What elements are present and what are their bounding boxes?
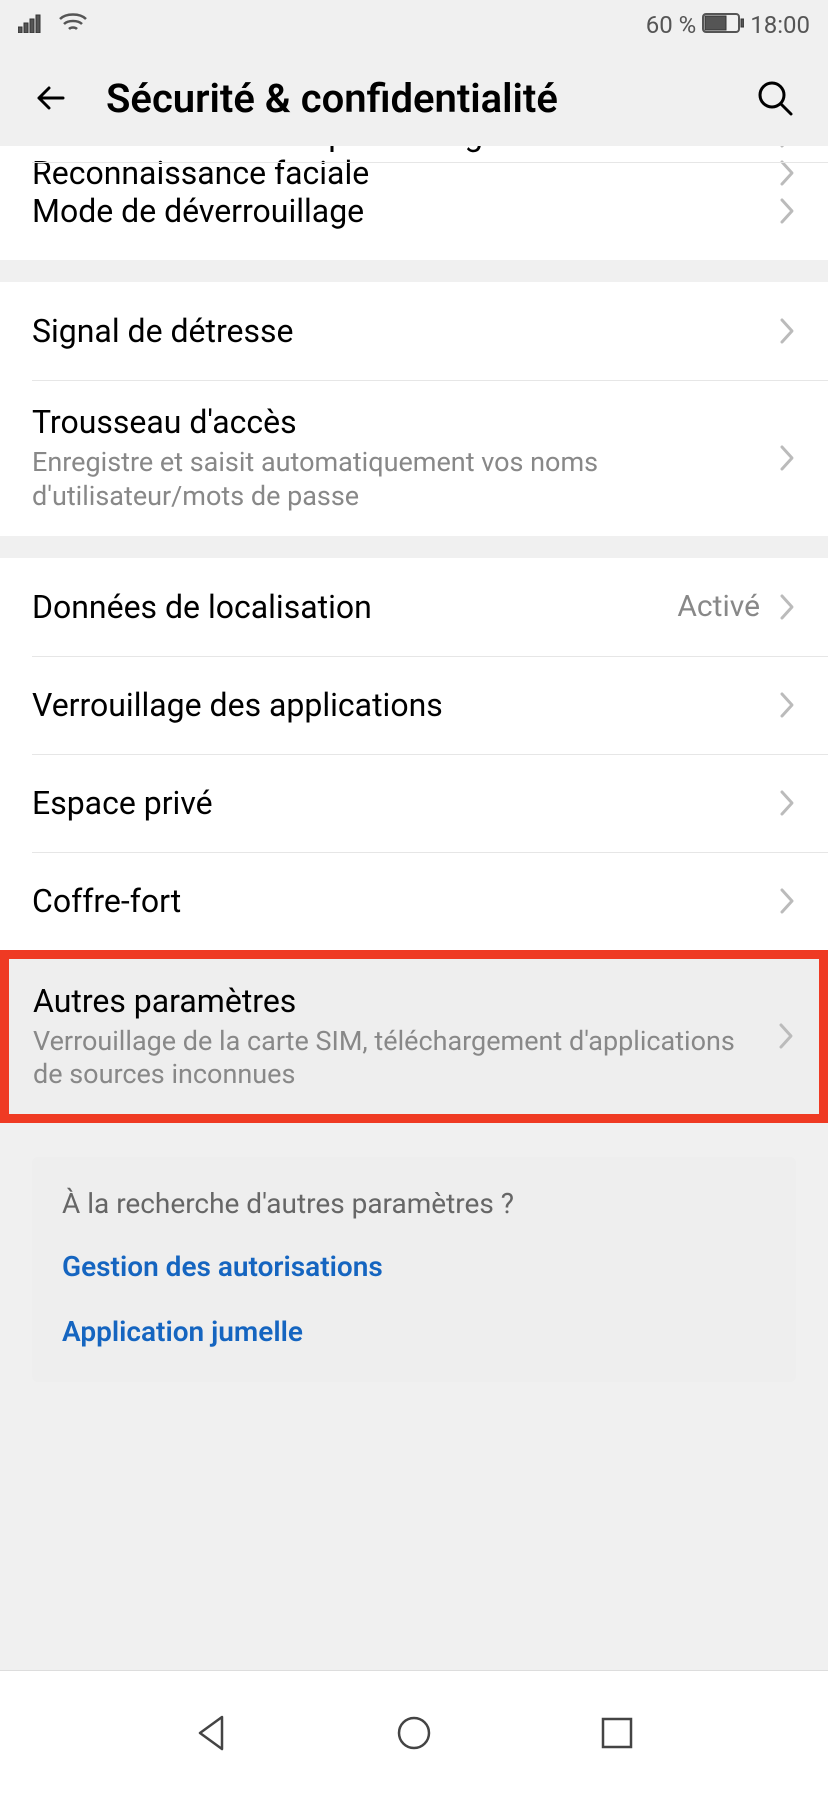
signal-icon bbox=[18, 11, 46, 39]
row-location[interactable]: Données de localisation Activé bbox=[0, 558, 828, 656]
card-title: À la recherche d'autres paramètres ? bbox=[62, 1187, 766, 1220]
page-title: Sécurité & confidentialité bbox=[106, 75, 722, 122]
row-unlock-mode[interactable]: Mode de déverrouillage bbox=[0, 162, 828, 260]
link-permissions[interactable]: Gestion des autorisations bbox=[62, 1250, 766, 1283]
content-scroll[interactable]: Identification via empreinte digitale Re… bbox=[0, 146, 828, 1670]
chevron-right-icon bbox=[778, 592, 796, 622]
section-sos-keychain: Signal de détresse Trousseau d'accès Enr… bbox=[0, 282, 828, 536]
chevron-right-icon bbox=[777, 1021, 795, 1051]
row-title: Autres paramètres bbox=[33, 981, 759, 1021]
search-button[interactable] bbox=[752, 75, 798, 121]
chevron-right-icon bbox=[778, 690, 796, 720]
wifi-icon bbox=[58, 11, 88, 39]
highlight-annotation: Autres paramètres Verrouillage de la car… bbox=[0, 950, 828, 1124]
chevron-right-icon bbox=[778, 443, 796, 473]
row-more-settings[interactable]: Autres paramètres Verrouillage de la car… bbox=[9, 959, 819, 1115]
row-app-lock[interactable]: Verrouillage des applications bbox=[0, 656, 828, 754]
nav-recents-button[interactable] bbox=[592, 1708, 642, 1758]
system-nav-bar bbox=[0, 1670, 828, 1794]
row-value: Activé bbox=[677, 589, 760, 624]
chevron-right-icon bbox=[778, 886, 796, 916]
chevron-right-icon bbox=[778, 788, 796, 818]
battery-icon bbox=[702, 11, 744, 39]
row-private-space[interactable]: Espace privé bbox=[0, 754, 828, 852]
row-sos[interactable]: Signal de détresse bbox=[0, 282, 828, 380]
back-button[interactable] bbox=[30, 75, 76, 121]
nav-back-button[interactable] bbox=[186, 1708, 236, 1758]
row-subtitle: Enregistre et saisit automatiquement vos… bbox=[32, 446, 632, 514]
row-title: Données de localisation bbox=[32, 587, 659, 627]
row-keychain[interactable]: Trousseau d'accès Enregistre et saisit a… bbox=[0, 380, 828, 536]
battery-percent: 60 % bbox=[646, 11, 697, 39]
clock: 18:00 bbox=[750, 11, 810, 39]
row-title: Verrouillage des applications bbox=[32, 685, 760, 725]
row-safe[interactable]: Coffre-fort bbox=[0, 852, 828, 950]
row-title: Trousseau d'accès bbox=[32, 402, 760, 442]
link-twin-app[interactable]: Application jumelle bbox=[62, 1315, 766, 1348]
row-title: Coffre-fort bbox=[32, 881, 760, 921]
row-title: Espace privé bbox=[32, 783, 760, 823]
status-bar: 60 % 18:00 bbox=[0, 0, 828, 50]
chevron-right-icon bbox=[778, 316, 796, 346]
row-title: Mode de déverrouillage bbox=[32, 191, 760, 231]
section-privacy: Données de localisation Activé Verrouill… bbox=[0, 558, 828, 950]
row-subtitle: Verrouillage de la carte SIM, télécharge… bbox=[33, 1025, 759, 1093]
chevron-right-icon bbox=[778, 196, 796, 226]
other-settings-card: À la recherche d'autres paramètres ? Ges… bbox=[32, 1157, 796, 1382]
section-biometrics: Identification via empreinte digitale Re… bbox=[0, 146, 828, 260]
nav-home-button[interactable] bbox=[389, 1708, 439, 1758]
app-header: Sécurité & confidentialité bbox=[0, 50, 828, 146]
row-title: Signal de détresse bbox=[32, 311, 760, 351]
